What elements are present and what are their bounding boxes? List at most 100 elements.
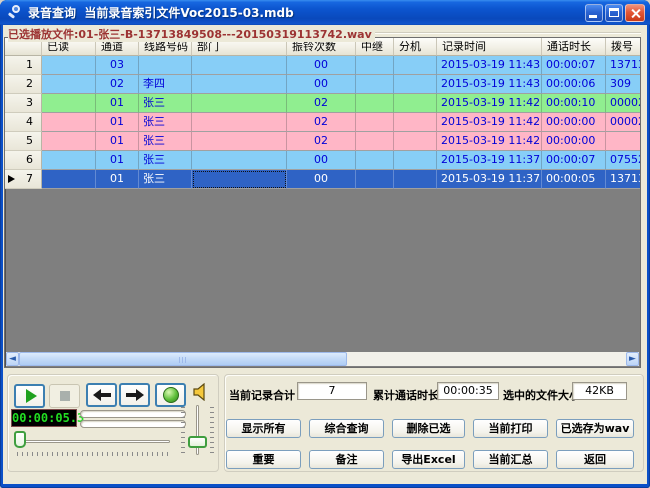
row-number[interactable]: 5 xyxy=(5,132,42,151)
cell-dial[interactable]: 0000222 xyxy=(606,94,641,113)
cell-line[interactable]: 张三 xyxy=(139,132,192,151)
cell-ext[interactable] xyxy=(394,170,437,189)
cell-trunk[interactable] xyxy=(356,170,394,189)
cell-trunk[interactable] xyxy=(356,94,394,113)
table-row[interactable]: 6 01张三 00 2015-03-19 11:37:5000:00:07075526… xyxy=(5,151,640,170)
horizontal-scrollbar[interactable]: ◄ ► xyxy=(6,352,639,366)
cell-read[interactable] xyxy=(42,151,96,170)
cell-dur[interactable]: 00:00:06 xyxy=(542,75,606,94)
seek-slider-thumb[interactable] xyxy=(14,431,26,448)
table-row[interactable]: 301张三022015-03-19 11:42:4800:00:10000022… xyxy=(5,94,640,113)
important-button[interactable]: 重要 xyxy=(226,450,301,469)
cell-dur[interactable]: 00:00:05 xyxy=(542,170,606,189)
cell-trunk[interactable] xyxy=(356,151,394,170)
cell-dial[interactable]: 1371384 xyxy=(606,56,641,75)
cell-dept[interactable] xyxy=(192,94,287,113)
cell-rings[interactable]: 00 xyxy=(287,151,356,170)
volume-slider-thumb[interactable] xyxy=(188,436,207,448)
cell-time[interactable]: 2015-03-19 11:42:48 xyxy=(437,94,542,113)
cell-rings[interactable]: 02 xyxy=(287,132,356,151)
cell-dial[interactable]: 0755269 xyxy=(606,151,641,170)
cell-dial[interactable]: 1371384 xyxy=(606,170,641,189)
row-number[interactable]: 1 xyxy=(5,56,42,75)
next-record-button[interactable] xyxy=(119,383,150,407)
scroll-left-icon[interactable]: ◄ xyxy=(6,352,19,366)
previous-record-button[interactable] xyxy=(86,383,117,407)
cell-time[interactable]: 2015-03-19 11:43:18 xyxy=(437,75,542,94)
save-selected-as-wav-button[interactable]: 已选存为wav xyxy=(556,419,634,438)
current-summary-button[interactable]: 当前汇总 xyxy=(473,450,548,469)
cell-rings[interactable]: 02 xyxy=(287,113,356,132)
print-current-button[interactable]: 当前打印 xyxy=(473,419,548,438)
cell-rings[interactable]: 02 xyxy=(287,94,356,113)
cell-line[interactable]: 张三 xyxy=(139,113,192,132)
cell-dept[interactable] xyxy=(192,132,287,151)
row-number[interactable]: 6 xyxy=(5,151,42,170)
minimize-button[interactable] xyxy=(585,4,603,22)
table-row[interactable]: 501张三022015-03-19 11:42:0500:00:00 xyxy=(5,132,640,151)
cell-line[interactable]: 张三 xyxy=(139,94,192,113)
cell-trunk[interactable] xyxy=(356,113,394,132)
cell-rings[interactable]: 00 xyxy=(287,56,356,75)
cell-ext[interactable] xyxy=(394,75,437,94)
cell-channel[interactable]: 03 xyxy=(96,56,139,75)
cell-dial[interactable] xyxy=(606,132,641,151)
cell-ext[interactable] xyxy=(394,56,437,75)
cell-line[interactable]: 张三 xyxy=(139,151,192,170)
table-row[interactable]: 1 03 00 2015-03-19 11:43:3700:00:071371384 xyxy=(5,56,640,75)
cell-trunk[interactable] xyxy=(356,56,394,75)
cell-dept[interactable] xyxy=(192,113,287,132)
cell-time[interactable]: 2015-03-19 11:37:50 xyxy=(437,151,542,170)
column-header-ext[interactable]: 分机 xyxy=(394,38,437,56)
cell-dial[interactable]: 0000222 xyxy=(606,113,641,132)
export-excel-button[interactable]: 导出Excel xyxy=(392,450,465,469)
cell-dur[interactable]: 00:00:00 xyxy=(542,132,606,151)
cell-read[interactable] xyxy=(42,132,96,151)
column-header-dur[interactable]: 通话时长 xyxy=(542,38,606,56)
combined-query-button[interactable]: 综合查询 xyxy=(309,419,384,438)
loop-play-button[interactable] xyxy=(155,383,186,407)
cell-rings[interactable]: 00 xyxy=(287,75,356,94)
cell-time[interactable]: 2015-03-19 11:42:30 xyxy=(437,113,542,132)
column-header-dial[interactable]: 拨号 xyxy=(606,38,641,56)
cell-ext[interactable] xyxy=(394,132,437,151)
cell-dept[interactable] xyxy=(192,75,287,94)
cell-rings[interactable]: 00 xyxy=(287,170,356,189)
cell-line[interactable] xyxy=(139,56,192,75)
table-row[interactable]: 701张三002015-03-19 11:37:4200:00:05137138… xyxy=(5,170,640,189)
table-row[interactable]: 401张三022015-03-19 11:42:3000:00:00000022… xyxy=(5,113,640,132)
cell-read[interactable] xyxy=(42,56,96,75)
cell-dur[interactable]: 00:00:07 xyxy=(542,151,606,170)
cell-dept[interactable] xyxy=(192,56,287,75)
cell-ext[interactable] xyxy=(394,94,437,113)
cell-channel[interactable]: 02 xyxy=(96,75,139,94)
cell-channel[interactable]: 01 xyxy=(96,170,139,189)
table-row[interactable]: 202李四002015-03-19 11:43:1800:00:06309 xyxy=(5,75,640,94)
row-number[interactable]: 3 xyxy=(5,94,42,113)
cell-dur[interactable]: 00:00:07 xyxy=(542,56,606,75)
cell-read[interactable] xyxy=(42,75,96,94)
cell-channel[interactable]: 01 xyxy=(96,151,139,170)
cell-read[interactable] xyxy=(42,94,96,113)
close-button[interactable] xyxy=(625,4,645,22)
return-button[interactable]: 返回 xyxy=(556,450,634,469)
scrollbar-track[interactable] xyxy=(19,352,626,366)
cell-dept[interactable] xyxy=(192,170,287,189)
remark-button[interactable]: 备注 xyxy=(309,450,384,469)
cell-dept[interactable] xyxy=(192,151,287,170)
seek-slider-track[interactable] xyxy=(18,440,170,443)
cell-ext[interactable] xyxy=(394,113,437,132)
stop-button[interactable] xyxy=(49,384,80,408)
cell-time[interactable]: 2015-03-19 11:43:37 xyxy=(437,56,542,75)
cell-line[interactable]: 张三 xyxy=(139,170,192,189)
cell-line[interactable]: 李四 xyxy=(139,75,192,94)
cell-trunk[interactable] xyxy=(356,75,394,94)
show-all-button[interactable]: 显示所有 xyxy=(226,419,301,438)
maximize-button[interactable] xyxy=(605,4,623,22)
cell-dur[interactable]: 00:00:10 xyxy=(542,94,606,113)
cell-read[interactable] xyxy=(42,113,96,132)
cell-read[interactable] xyxy=(42,170,96,189)
cell-trunk[interactable] xyxy=(356,132,394,151)
column-header-time[interactable]: 记录时间 xyxy=(437,38,542,56)
delete-selected-button[interactable]: 删除已选 xyxy=(392,419,465,438)
